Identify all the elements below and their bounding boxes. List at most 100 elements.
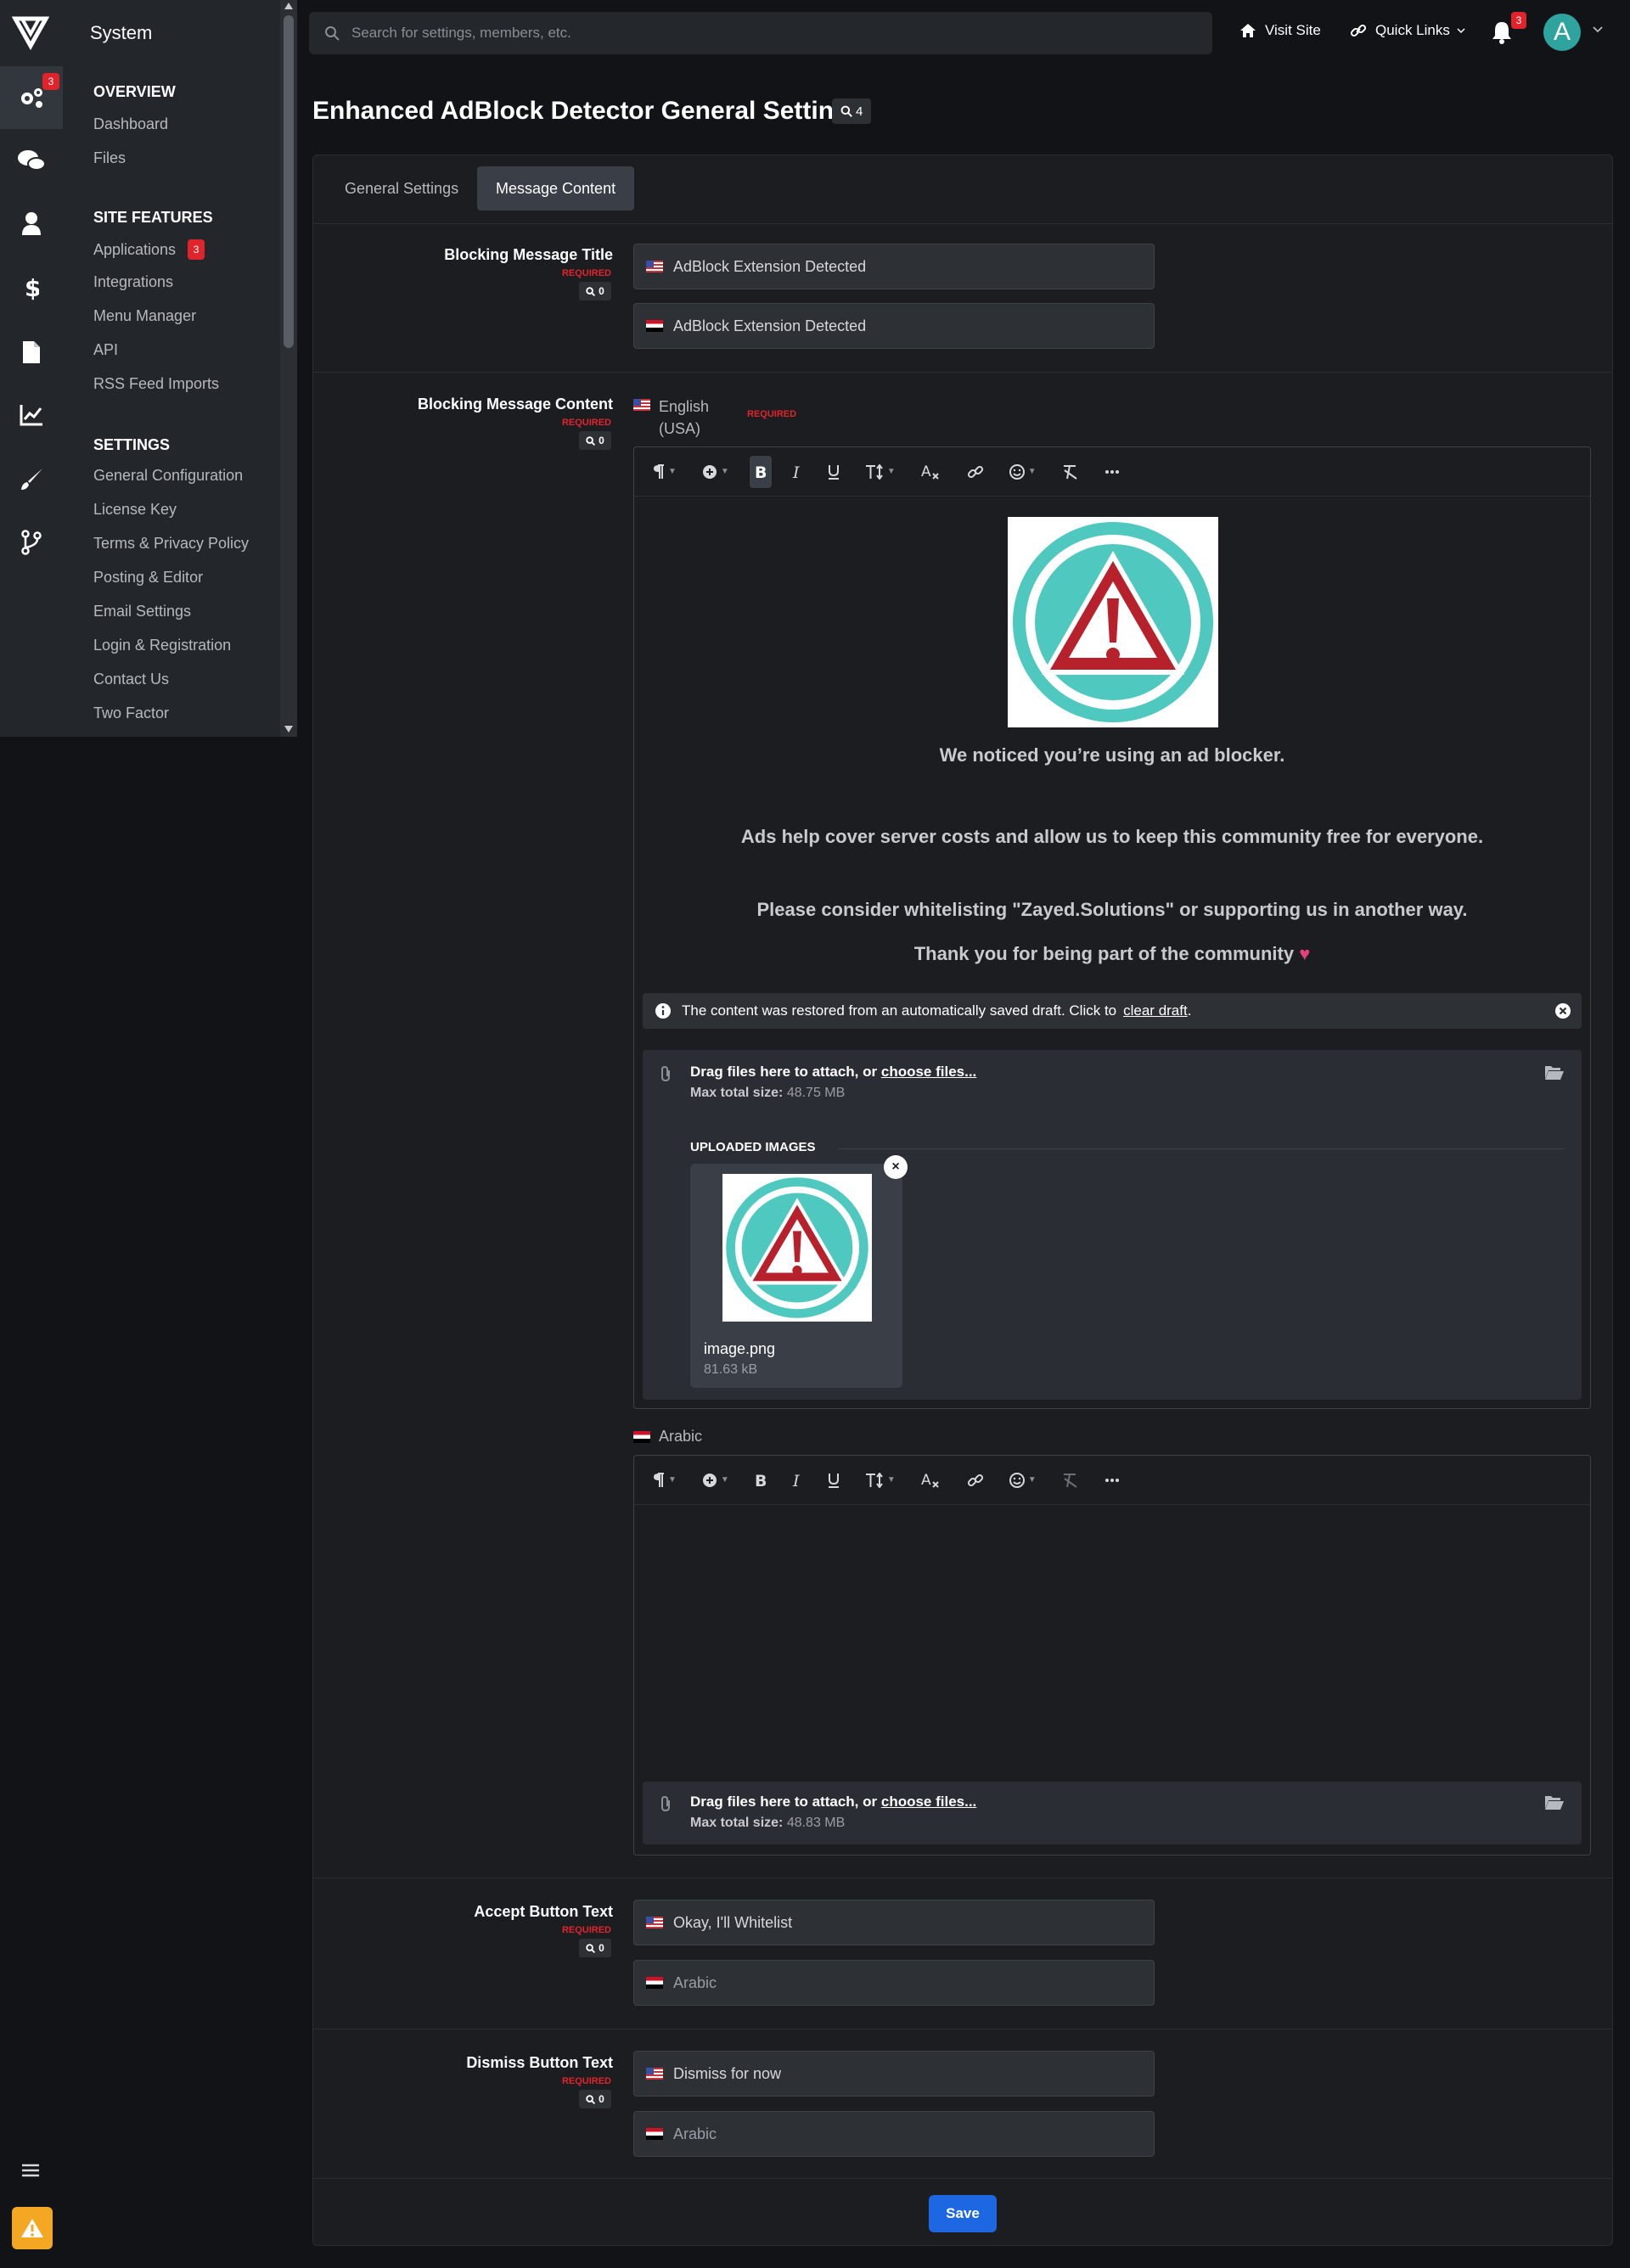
choose-files-link[interactable]: choose files...: [881, 1064, 976, 1080]
sidebar-item-contact[interactable]: Contact Us: [93, 671, 169, 688]
content-editor-ar[interactable]: ▼ ▼ B I ▼ A ▼ Drag files here to attach,…: [633, 1455, 1591, 1855]
tab-general-settings[interactable]: General Settings: [326, 166, 477, 211]
folder-open-icon[interactable]: [1544, 1064, 1565, 1081]
nav-commerce[interactable]: $: [0, 256, 63, 319]
sidebar-item-terms[interactable]: Terms & Privacy Policy: [93, 535, 249, 553]
emoji-button[interactable]: ▼: [1004, 456, 1042, 488]
folder-open-icon[interactable]: [1544, 1794, 1565, 1810]
sidebar-item-api[interactable]: API: [93, 341, 118, 359]
insert-button[interactable]: ▼: [697, 1464, 734, 1496]
text-color-button[interactable]: A: [916, 456, 947, 488]
bold-icon: B: [755, 1473, 767, 1488]
sidebar-item-posting[interactable]: Posting & Editor: [93, 569, 203, 587]
info-icon: [655, 1003, 671, 1019]
page-search-count[interactable]: 4: [832, 98, 872, 124]
warning-icon: [21, 2219, 43, 2237]
nav-system[interactable]: 3: [0, 66, 63, 129]
accept-search-count[interactable]: 0: [579, 1939, 611, 1957]
italic-icon: I: [792, 464, 800, 480]
scroll-up-icon[interactable]: [284, 2, 294, 10]
sidebar-item-dashboard[interactable]: Dashboard: [93, 115, 168, 133]
remove-image-button[interactable]: ×: [884, 1155, 908, 1179]
visit-site-label: Visit Site: [1265, 22, 1321, 38]
dismiss-input-ar[interactable]: Arabic: [633, 2111, 1155, 2157]
content-search-count[interactable]: 0: [579, 431, 611, 450]
text-size-button[interactable]: ▼: [860, 456, 901, 488]
scroll-down-icon[interactable]: [284, 725, 294, 733]
sidebar-item-rss[interactable]: RSS Feed Imports: [93, 375, 219, 393]
user-icon: [22, 212, 41, 235]
nav-stats[interactable]: [0, 384, 63, 446]
hamburger-icon[interactable]: [20, 2163, 41, 2178]
sidebar-item-integrations[interactable]: Integrations: [93, 273, 173, 291]
visit-site-link[interactable]: Visit Site: [1239, 22, 1321, 39]
accept-placeholder-ar: Arabic: [673, 1973, 717, 1991]
nav-content[interactable]: [0, 321, 63, 384]
paragraph-icon: [654, 1472, 664, 1487]
nav-developer[interactable]: [0, 511, 63, 574]
title-search-count[interactable]: 0: [579, 282, 611, 300]
underline-button[interactable]: [823, 456, 845, 488]
more-options-button[interactable]: [1099, 456, 1125, 488]
attachment-area-ar[interactable]: Drag files here to attach, or choose fil…: [643, 1782, 1582, 1844]
text-color-button[interactable]: A: [916, 1464, 947, 1496]
content-editor-en[interactable]: ▼ ▼ B I ▼ A ▼ We noticed you’re using an…: [633, 446, 1591, 1409]
search-count-value: 0: [599, 1942, 604, 1954]
accept-input-ar[interactable]: Arabic: [633, 1960, 1155, 2006]
text-size-button[interactable]: ▼: [860, 1464, 901, 1496]
choose-files-link[interactable]: choose files...: [881, 1794, 976, 1810]
search-count-value: 0: [599, 285, 604, 297]
notifications-button[interactable]: 3: [1491, 12, 1526, 44]
warning-triangle-image: [726, 1177, 868, 1318]
clear-draft-link[interactable]: clear draft: [1123, 1002, 1188, 1019]
nav-community[interactable]: [0, 129, 63, 192]
italic-button[interactable]: I: [787, 456, 807, 488]
search-icon: [586, 286, 596, 296]
accept-input-en[interactable]: Okay, I'll Whitelist: [633, 1900, 1155, 1945]
paragraph-button[interactable]: ▼: [648, 1464, 682, 1496]
save-button[interactable]: Save: [929, 2195, 997, 2232]
warning-button[interactable]: [12, 2207, 53, 2249]
title-input-ar[interactable]: AdBlock Extension Detected: [633, 303, 1155, 349]
nav-members[interactable]: [0, 192, 63, 255]
nav-customization[interactable]: [0, 448, 63, 511]
tab-message-content[interactable]: Message Content: [477, 166, 635, 211]
sidebar-item-login[interactable]: Login & Registration: [93, 637, 231, 654]
sidebar-item-files[interactable]: Files: [93, 149, 126, 167]
link-button[interactable]: [962, 456, 989, 488]
emoji-button[interactable]: ▼: [1004, 1464, 1042, 1496]
bold-button[interactable]: B: [750, 1464, 772, 1496]
more-options-button[interactable]: [1099, 1464, 1125, 1496]
scrollbar-thumb[interactable]: [284, 15, 294, 348]
uploaded-image-thumbnail[interactable]: [722, 1174, 872, 1322]
sidebar-scrollbar[interactable]: [280, 0, 297, 737]
attachment-area-en[interactable]: Drag files here to attach, or choose fil…: [643, 1050, 1582, 1400]
sidebar-item-menu-manager[interactable]: Menu Manager: [93, 307, 196, 325]
bold-button[interactable]: B: [749, 455, 772, 488]
close-icon[interactable]: [1554, 1002, 1571, 1019]
clear-format-button[interactable]: [1057, 456, 1084, 488]
avatar[interactable]: A: [1543, 14, 1581, 51]
sidebar-item-applications[interactable]: Applications 3: [93, 239, 205, 260]
sidebar-item-two-factor[interactable]: Two Factor: [93, 705, 169, 722]
uploaded-image-card[interactable]: × image.png 81.63 kB: [690, 1155, 908, 1388]
clear-format-button[interactable]: [1057, 1464, 1084, 1496]
italic-button[interactable]: I: [787, 1464, 807, 1496]
link-icon: [967, 465, 983, 478]
dismiss-input-en[interactable]: Dismiss for now: [633, 2051, 1155, 2097]
logo-icon[interactable]: [12, 14, 49, 51]
insert-button[interactable]: ▼: [697, 456, 734, 488]
link-button[interactable]: [962, 1464, 989, 1496]
sidebar-item-email[interactable]: Email Settings: [93, 603, 191, 620]
underline-button[interactable]: [823, 1464, 845, 1496]
link-icon: [1350, 24, 1367, 37]
sidebar-item-license-key[interactable]: License Key: [93, 501, 177, 519]
dismiss-search-count[interactable]: 0: [579, 2090, 611, 2108]
account-chevron-down-icon[interactable]: [1593, 25, 1603, 33]
title-input-en[interactable]: AdBlock Extension Detected: [633, 244, 1155, 289]
search-input[interactable]: Search for settings, members, etc.: [309, 12, 1212, 54]
paragraph-button[interactable]: ▼: [648, 456, 682, 488]
sidebar-item-general-configuration[interactable]: General Configuration: [93, 467, 243, 485]
warning-image[interactable]: [1008, 517, 1218, 727]
quick-links-menu[interactable]: Quick Links: [1350, 22, 1465, 39]
